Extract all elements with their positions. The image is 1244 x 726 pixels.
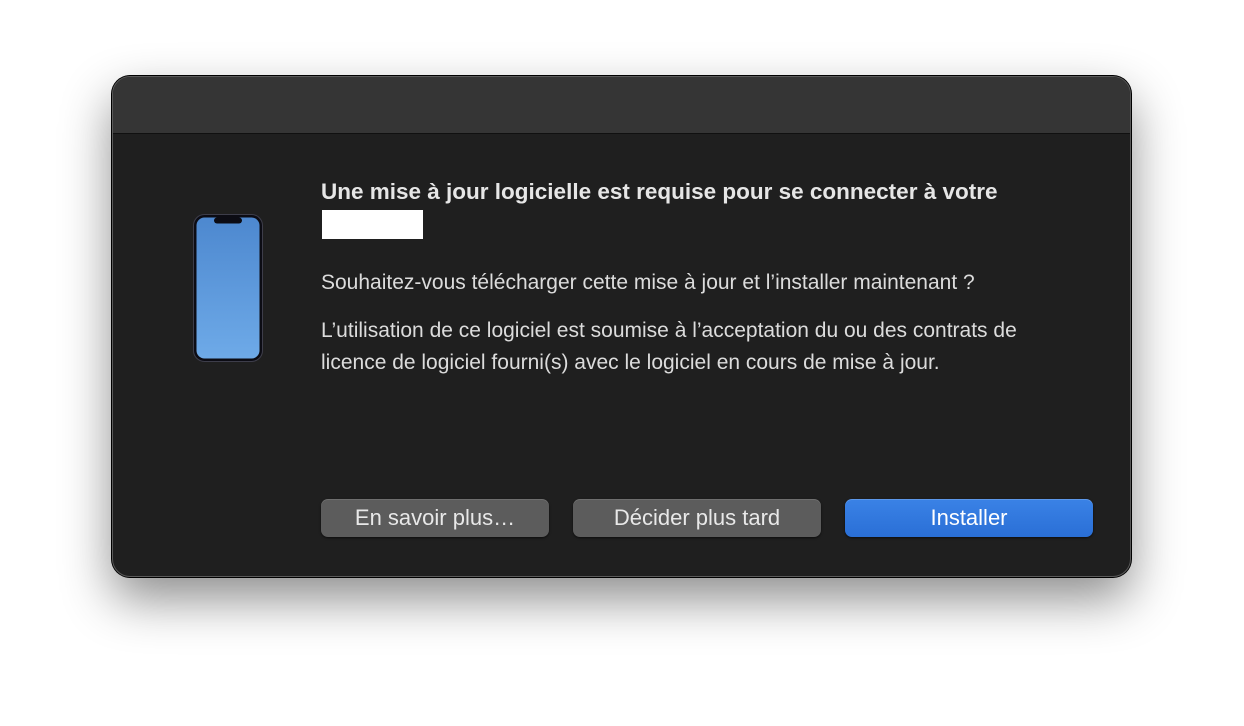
dialog-headline: Une mise à jour logicielle est requise p… xyxy=(321,175,1081,243)
learn-more-button[interactable]: En savoir plus… xyxy=(321,499,549,537)
headline-text: Une mise à jour logicielle est requise p… xyxy=(321,179,998,204)
dialog-titlebar[interactable] xyxy=(113,77,1130,134)
dialog-content: Une mise à jour logicielle est requise p… xyxy=(321,175,1081,379)
redacted-device-name xyxy=(322,210,423,239)
license-notice: L’utilisation de ce logiciel est soumise… xyxy=(321,319,1017,374)
update-question: Souhaitez-vous télécharger cette mise à … xyxy=(321,271,975,294)
decide-later-button[interactable]: Décider plus tard xyxy=(573,499,821,537)
iphone-icon xyxy=(193,214,263,362)
software-update-dialog: Une mise à jour logicielle est requise p… xyxy=(112,76,1131,577)
install-button[interactable]: Installer xyxy=(845,499,1093,537)
